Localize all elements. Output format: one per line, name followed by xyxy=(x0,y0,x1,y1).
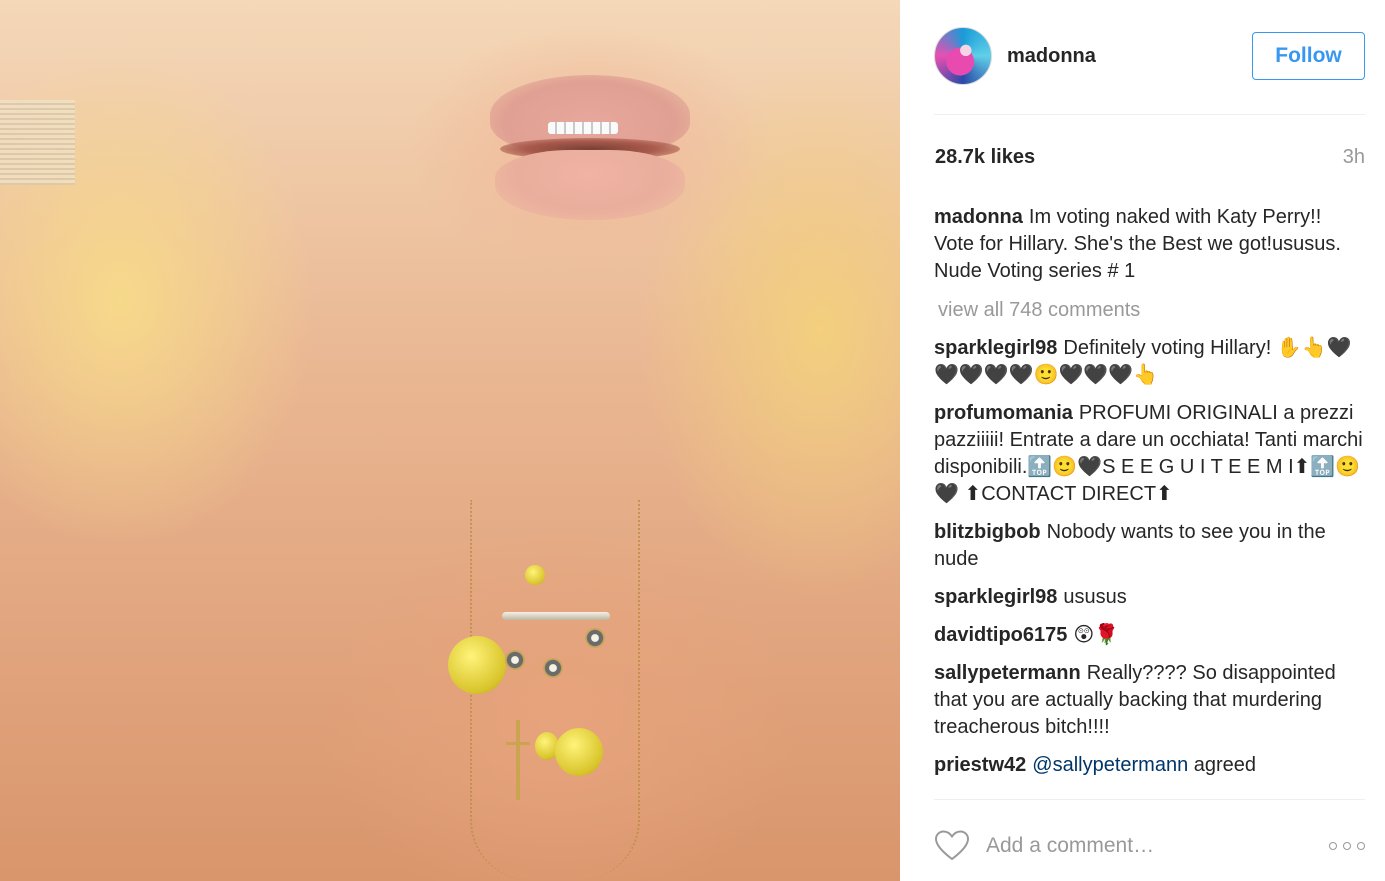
comment-username[interactable]: blitzbigbob xyxy=(934,521,1041,543)
dot xyxy=(1357,842,1365,850)
caption: madonna Im voting naked with Katy Perry!!… xyxy=(934,204,1365,285)
post-photo[interactable] xyxy=(0,0,900,881)
caption-username[interactable]: madonna xyxy=(934,206,1023,228)
view-all-comments-link[interactable]: view all 748 comments xyxy=(934,297,1365,324)
comment-footer xyxy=(934,825,1365,869)
photo-grill xyxy=(548,122,618,134)
follow-button[interactable]: Follow xyxy=(1252,32,1365,80)
comment-username[interactable]: sparklegirl98 xyxy=(934,337,1057,359)
comment-username[interactable]: davidtipo6175 xyxy=(934,624,1067,646)
likes-row: 28.7k likes 3h xyxy=(934,146,1365,172)
comment-item: blitzbigbob Nobody wants to see you in th… xyxy=(934,519,1365,573)
divider xyxy=(934,114,1365,115)
dot xyxy=(1343,842,1351,850)
post-header: madonna Follow xyxy=(900,0,1385,115)
photo-charm xyxy=(585,628,605,648)
author-username[interactable]: madonna xyxy=(1007,45,1096,68)
divider xyxy=(934,799,1365,800)
comment-username[interactable]: profumomania xyxy=(934,402,1073,424)
add-comment-input[interactable] xyxy=(986,831,1286,861)
comment-item: priestw42 @sallypetermann agreed xyxy=(934,752,1365,779)
photo-necklace xyxy=(470,500,640,880)
comment-username[interactable]: sparklegirl98 xyxy=(934,586,1057,608)
comment-mention[interactable]: @sallypetermann xyxy=(1032,754,1188,776)
comment-text: 😲🌹 xyxy=(1073,624,1120,646)
photo-pendant xyxy=(448,636,506,694)
post-side-panel: madonna Follow 28.7k likes 3h madonna Im … xyxy=(900,0,1385,881)
comment-item: sparklegirl98 Definitely voting Hillary! … xyxy=(934,335,1365,389)
photo-charm xyxy=(543,658,563,678)
likes-count[interactable]: 28.7k likes xyxy=(935,146,1035,169)
comment-item: sallypetermann Really???? So disappointed… xyxy=(934,660,1365,741)
photo-pendant xyxy=(525,565,545,585)
comment-item: davidtipo6175 😲🌹 xyxy=(934,622,1365,649)
comments-list[interactable]: madonna Im voting naked with Katy Perry!!… xyxy=(934,204,1365,796)
photo-lower-lip xyxy=(495,150,685,220)
heart-icon[interactable] xyxy=(934,830,970,862)
dot xyxy=(1329,842,1337,850)
comment-text: ususus xyxy=(1063,586,1127,608)
comment-username[interactable]: sallypetermann xyxy=(934,662,1081,684)
comment-text: agreed xyxy=(1193,754,1257,776)
photo-pendant xyxy=(555,728,603,776)
photo-cross-pendant xyxy=(506,720,530,800)
comment-item: profumomania PROFUMI ORIGINALI a prezzi p… xyxy=(934,400,1365,508)
background-vent xyxy=(0,100,75,185)
more-options-icon[interactable] xyxy=(1329,837,1365,855)
photo-charm xyxy=(505,650,525,670)
comment-item: sparklegirl98 ususus xyxy=(934,584,1365,611)
avatar[interactable] xyxy=(934,27,992,85)
photo-necklace-bar xyxy=(502,612,610,620)
comment-username[interactable]: priestw42 xyxy=(934,754,1026,776)
post-timestamp[interactable]: 3h xyxy=(1343,146,1365,169)
